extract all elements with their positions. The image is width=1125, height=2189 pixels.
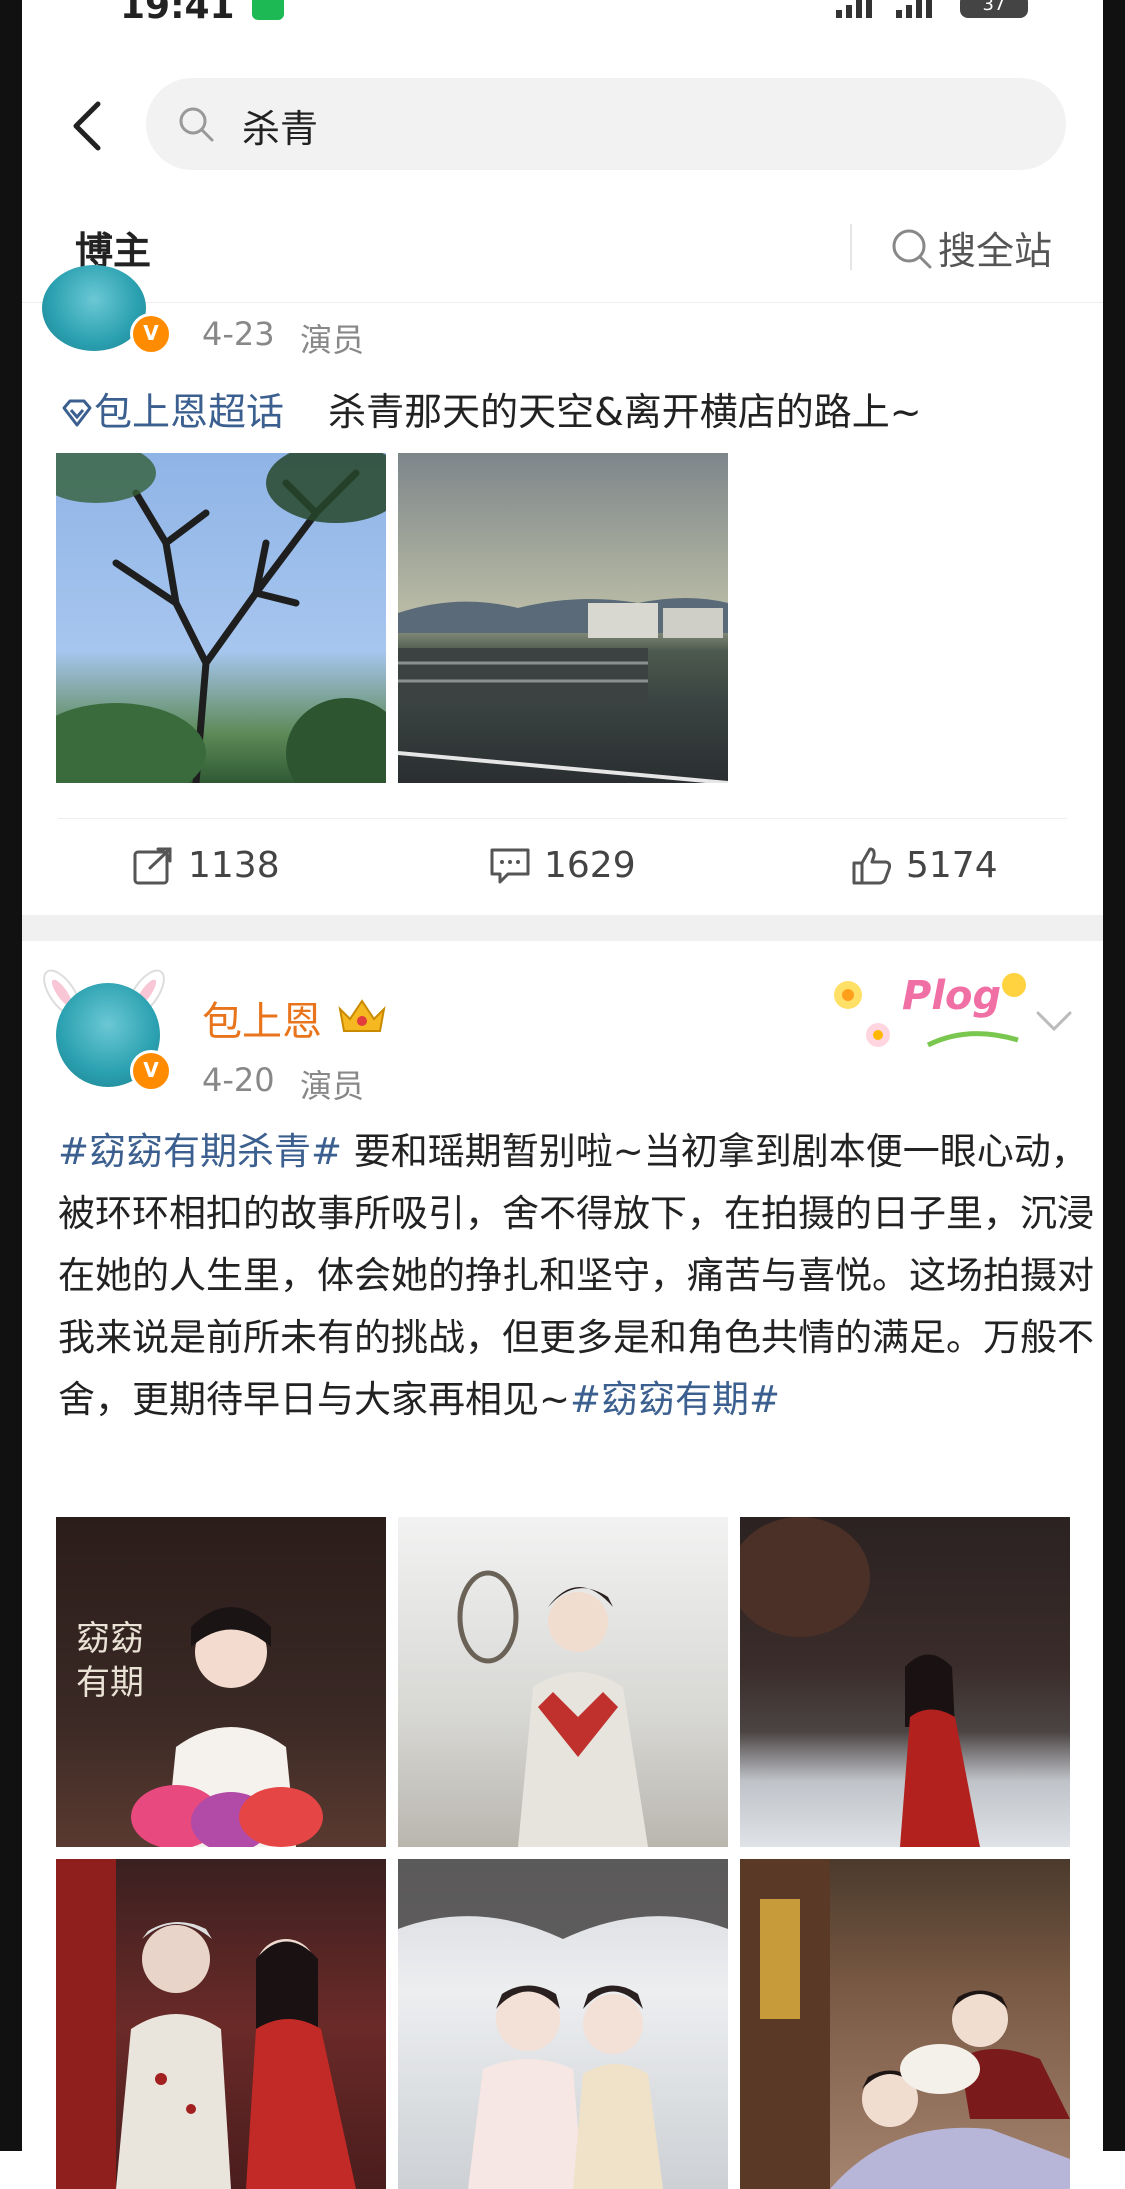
post-image[interactable]	[398, 1859, 728, 2189]
wechat-notification-icon	[252, 0, 284, 20]
comment-icon	[490, 848, 530, 883]
photo-figures	[740, 1859, 1070, 2189]
back-arrow-icon[interactable]	[62, 98, 118, 154]
search-all-button[interactable]: 搜全站	[890, 220, 1052, 275]
plog-label: Plog	[902, 973, 1002, 1019]
search-input[interactable]: 杀青	[146, 78, 1066, 170]
post-content: 杀青那天的天空&离开横店的路上~	[328, 390, 922, 434]
repost-count: 1138	[188, 845, 280, 886]
search-query: 杀青	[242, 107, 319, 151]
signal-icon-2	[896, 0, 932, 18]
search-icon	[892, 229, 932, 268]
post-role: 演员	[300, 321, 365, 359]
post-actions: 1138 1629 5174	[22, 823, 1103, 923]
comment-count: 1629	[544, 845, 636, 886]
thumbs-up-icon	[852, 847, 892, 884]
verified-badge-icon: V	[130, 1050, 172, 1092]
post-image[interactable]	[56, 1859, 386, 2189]
post-date: 4-20	[202, 1061, 275, 1099]
tab-divider	[850, 224, 852, 270]
status-more: ···	[302, 0, 336, 19]
hashtag-link[interactable]: #窈窈有期#	[570, 1378, 780, 1421]
poster-figure	[131, 1607, 323, 1847]
like-button[interactable]: 5174	[850, 845, 998, 886]
status-bar: 19:41 ··· 37	[22, 0, 1103, 40]
divider	[58, 818, 1067, 819]
road-scene	[398, 598, 728, 783]
post-date: 4-23	[202, 315, 275, 353]
post-text: #窈窈有期杀青# 要和瑶期暂别啦~当初拿到剧本便一眼心动，被环环相扣的故事所吸引…	[58, 1121, 1098, 1431]
comment-button[interactable]: 1629	[488, 845, 636, 886]
chevron-down-icon[interactable]	[1034, 1007, 1074, 1037]
photo-figure	[740, 1517, 980, 1847]
verified-badge-icon: V	[130, 313, 172, 355]
battery-icon: 37	[960, 0, 1028, 18]
post-image[interactable]	[56, 453, 386, 783]
author-name[interactable]: 包上恩	[202, 989, 322, 1047]
post-image[interactable]	[398, 453, 728, 783]
hashtag-link[interactable]: #窈窈有期杀青#	[58, 1130, 342, 1173]
post-image[interactable]	[740, 1859, 1070, 2189]
search-header: 杀青	[22, 40, 1103, 180]
filter-tabs: 博主 搜全站	[22, 180, 1103, 303]
post-image[interactable]: 窈窈 有期	[56, 1517, 386, 1847]
post-role: 演员	[300, 1067, 365, 1105]
card-separator	[22, 915, 1103, 941]
post-image[interactable]	[740, 1517, 1070, 1847]
tree-silhouette	[56, 453, 386, 783]
crown-icon	[338, 999, 386, 1032]
repost-icon	[133, 847, 172, 884]
search-icon	[179, 107, 214, 142]
post-text: 包上恩超话 杀青那天的天空&离开横店的路上~	[60, 381, 922, 436]
super-topic-link[interactable]: 包上恩超话	[60, 390, 296, 434]
photo-figures	[398, 1859, 728, 2189]
photo-figure	[457, 1570, 648, 1847]
feed: V 4-23 演员 包上恩超话 杀青那天的天空&离开横店的路上~ 1138 16…	[22, 265, 1103, 2189]
photo-figures	[56, 1859, 356, 2189]
status-time: 19:41	[120, 0, 235, 27]
post-image[interactable]	[398, 1517, 728, 1847]
like-count: 5174	[906, 845, 998, 886]
repost-button[interactable]: 1138	[132, 845, 280, 886]
signal-icon	[836, 0, 872, 18]
super-topic-label: 包上恩超话	[94, 390, 285, 434]
diamond-icon	[62, 399, 92, 427]
screen-edge-left	[0, 0, 22, 2151]
search-all-label: 搜全站	[938, 229, 1053, 273]
screen-edge-right	[1103, 0, 1125, 2151]
